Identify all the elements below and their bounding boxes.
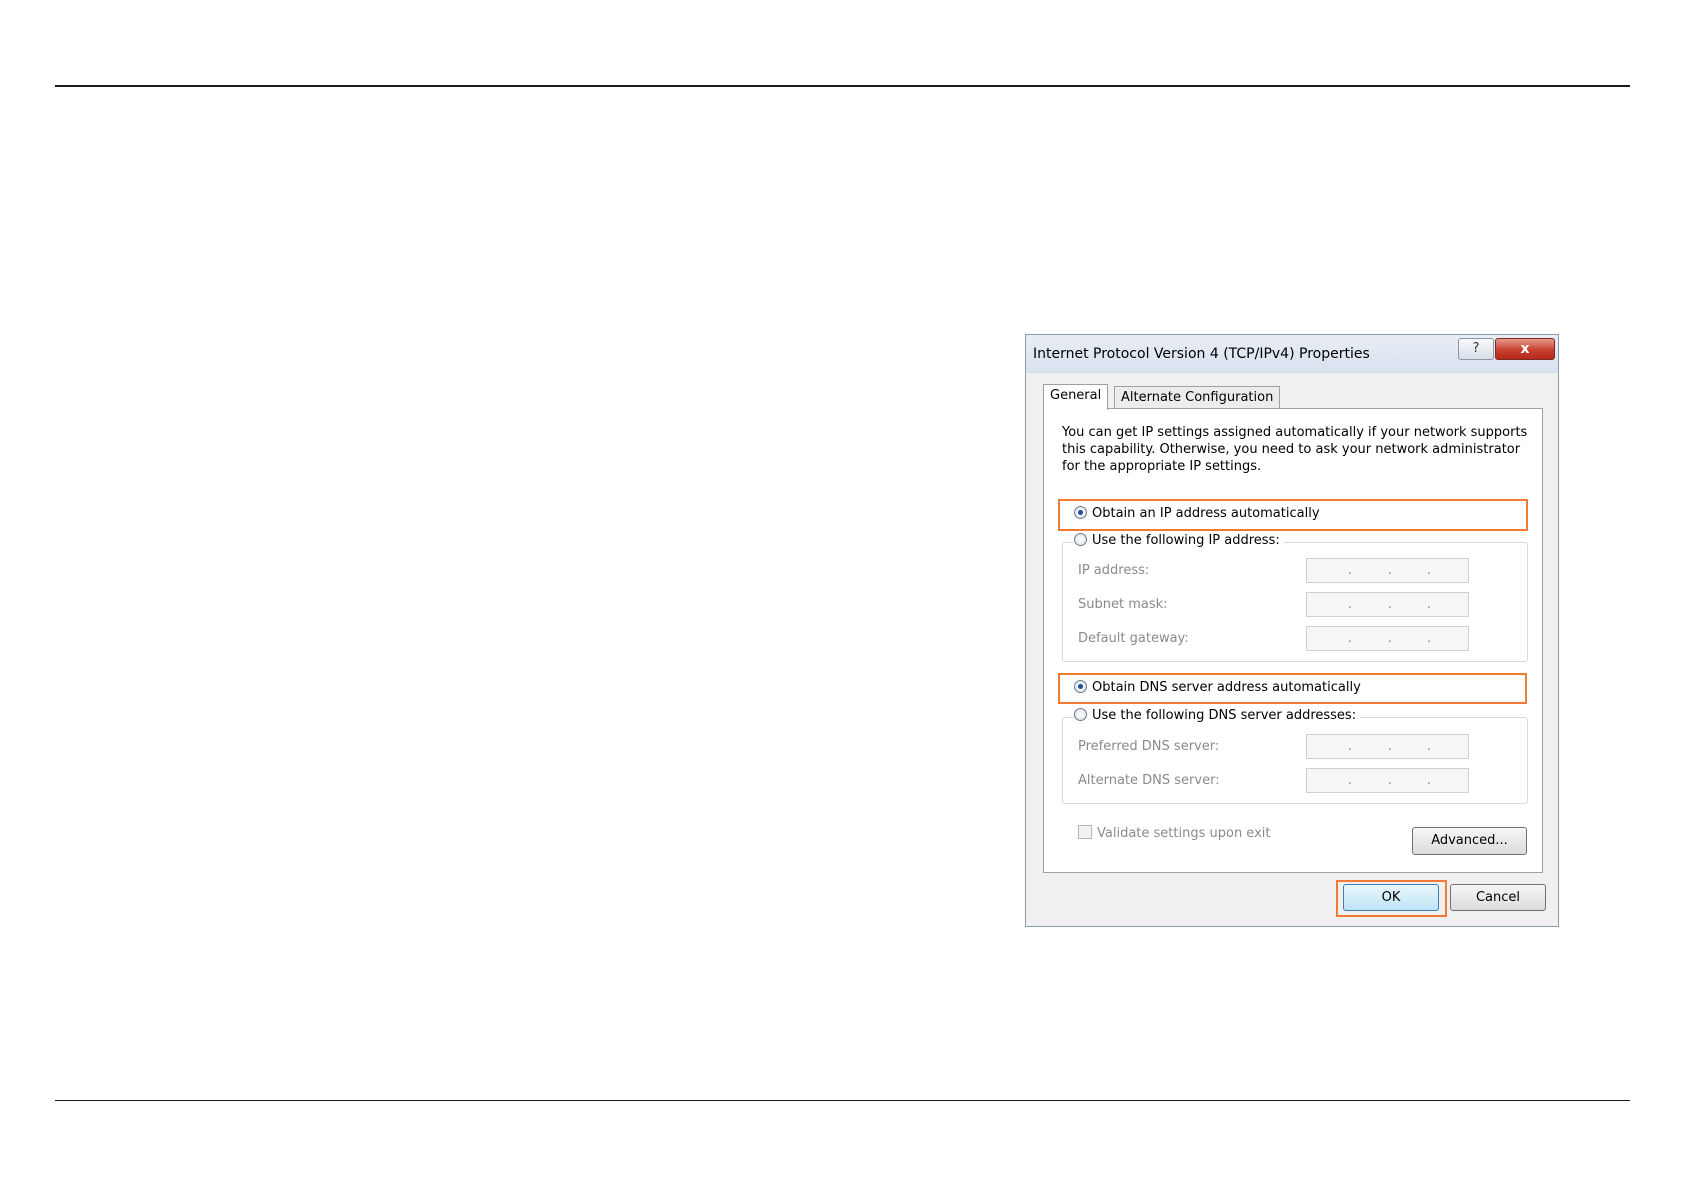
tab-alternate-configuration[interactable]: Alternate Configuration — [1114, 386, 1281, 410]
title-bar: Internet Protocol Version 4 (TCP/IPv4) P… — [1026, 335, 1558, 373]
validate-checkbox-icon — [1078, 825, 1092, 839]
alternate-dns-label: Alternate DNS server: — [1078, 773, 1220, 788]
radio-dns-manual-label: Use the following DNS server addresses: — [1092, 708, 1357, 723]
radio-dns-manual[interactable]: Use the following DNS server addresses: — [1074, 707, 1361, 725]
advanced-button[interactable]: Advanced... — [1412, 827, 1527, 855]
radio-ip-auto[interactable]: Obtain an IP address automatically — [1074, 505, 1320, 523]
ip-address-label: IP address: — [1078, 563, 1150, 578]
default-gateway-label: Default gateway: — [1078, 631, 1189, 646]
dialog-title: Internet Protocol Version 4 (TCP/IPv4) P… — [1033, 346, 1370, 362]
alternate-dns-field[interactable]: ... — [1306, 768, 1469, 793]
cancel-button[interactable]: Cancel — [1450, 884, 1546, 911]
radio-ip-manual-label: Use the following IP address: — [1092, 533, 1280, 548]
radio-ip-auto-icon — [1074, 506, 1087, 519]
radio-dns-manual-icon — [1074, 708, 1087, 721]
help-button[interactable]: ? — [1458, 338, 1494, 360]
radio-ip-manual[interactable]: Use the following IP address: — [1074, 532, 1284, 550]
radio-dns-auto-icon — [1074, 680, 1087, 693]
top-rule — [55, 85, 1630, 87]
bottom-rule — [55, 1100, 1630, 1101]
intro-text: You can get IP settings assigned automat… — [1062, 425, 1528, 474]
subnet-mask-field[interactable]: ... — [1306, 592, 1469, 617]
validate-settings-label: Validate settings upon exit — [1097, 826, 1271, 841]
radio-ip-manual-icon — [1074, 533, 1087, 546]
radio-dns-auto[interactable]: Obtain DNS server address automatically — [1074, 679, 1361, 697]
ok-button[interactable]: OK — [1343, 884, 1439, 911]
tab-general[interactable]: General — [1043, 384, 1109, 410]
subnet-mask-label: Subnet mask: — [1078, 597, 1168, 612]
preferred-dns-field[interactable]: ... — [1306, 734, 1469, 759]
ip-address-field[interactable]: ... — [1306, 558, 1469, 583]
default-gateway-field[interactable]: ... — [1306, 626, 1469, 651]
validate-settings-checkbox[interactable]: Validate settings upon exit — [1078, 825, 1270, 841]
radio-dns-auto-label: Obtain DNS server address automatically — [1092, 680, 1361, 695]
close-button[interactable]: x — [1495, 338, 1555, 360]
preferred-dns-label: Preferred DNS server: — [1078, 739, 1220, 754]
radio-ip-auto-label: Obtain an IP address automatically — [1092, 506, 1320, 521]
